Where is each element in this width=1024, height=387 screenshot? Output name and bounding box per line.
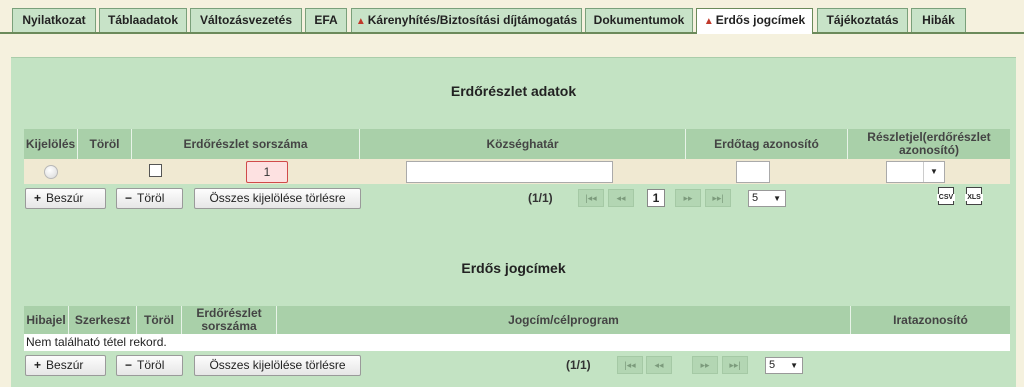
col-header-hibajel: Hibajel (24, 306, 69, 334)
tab-valtozasvezetes[interactable]: Változásvezetés (190, 8, 302, 32)
col-header-iratazonosito: Iratazonosító (851, 306, 1010, 334)
erdoreszlet-sorszam-field[interactable]: 1 (246, 161, 288, 183)
clear-all-selection-button[interactable]: Összes kijelölése törlésre (194, 355, 361, 376)
xls-label: XLS (965, 194, 983, 201)
tab-tajekoztatas[interactable]: Tájékoztatás (817, 8, 908, 32)
button-label: Beszúr (46, 358, 84, 372)
warning-icon: ▲ (703, 16, 714, 27)
delete-button[interactable]: − Töröl (116, 355, 183, 376)
first-page-icon[interactable]: |◂◂ (617, 356, 643, 374)
col-header-torol: Töröl (137, 306, 182, 334)
last-page-icon[interactable]: ▸▸| (705, 189, 731, 207)
tab-tablaadatok[interactable]: Táblaadatok (99, 8, 187, 32)
clear-all-selection-button[interactable]: Összes kijelölése törlésre (194, 188, 361, 209)
last-page-icon[interactable]: ▸▸| (722, 356, 748, 374)
current-page[interactable]: 1 (647, 189, 665, 207)
tab-label: Erdős jogcímek (715, 13, 806, 27)
tab-dokumentumok[interactable]: Dokumentumok (585, 8, 693, 32)
pager-info: (1/1) (566, 358, 591, 372)
tab-label: Táblaadatok (107, 13, 179, 27)
plus-icon: + (34, 191, 42, 205)
tab-label: Tájékoztatás (826, 13, 899, 27)
tab-label: Változásvezetés (199, 13, 293, 27)
col-header-sorszam: Erdőrészlet sorszáma (132, 129, 360, 159)
plus-icon: + (34, 358, 42, 372)
next-page-icon[interactable]: ▸▸ (675, 189, 701, 207)
grid-footer: + Beszúr − Töröl Összes kijelölése törlésr… (24, 352, 1010, 378)
tab-label: Hibák (922, 13, 955, 27)
erdoreszlet-grid: Kijelölés Töröl Erdőrészlet sorszáma Köz… (24, 129, 1010, 213)
button-label: Töröl (137, 191, 165, 205)
csv-label: CSV (937, 194, 955, 201)
tab-erdos-jogcimek[interactable]: ▲ Erdős jogcímek (696, 8, 813, 34)
first-page-icon[interactable]: |◂◂ (578, 189, 604, 207)
col-header-reszletjel: Részletjel(erdőrészlet azonosító) (848, 129, 1010, 159)
prev-page-icon[interactable]: ◂◂ (646, 356, 672, 374)
delete-button[interactable]: − Töröl (116, 188, 183, 209)
prev-page-icon[interactable]: ◂◂ (608, 189, 634, 207)
delete-checkbox[interactable] (149, 164, 162, 177)
kozseghatar-input[interactable] (406, 161, 613, 183)
col-header-jogcim: Jogcím/célprogram (277, 306, 851, 334)
section-title-erdoreszlet: Erdőrészlet adatok (450, 83, 577, 99)
button-label: Töröl (137, 358, 165, 372)
col-header-erdotag: Erdőtag azonosító (686, 129, 848, 159)
warning-icon: ▲ (355, 16, 366, 27)
minus-icon: − (125, 191, 133, 205)
tab-efa[interactable]: EFA (305, 8, 347, 32)
col-header-sorszam: Erdőrészlet sorszáma (182, 306, 277, 334)
tab-hibak[interactable]: Hibák (911, 8, 966, 32)
button-label: Beszúr (46, 191, 84, 205)
tab-label: Nyilatkozat (22, 13, 86, 27)
tab-bar: Nyilatkozat Táblaadatok Változásvezetés … (0, 0, 1024, 34)
select-radio[interactable] (44, 165, 58, 179)
xls-export-icon[interactable]: XLS (964, 187, 984, 209)
reszletjel-select[interactable]: ▼ (886, 161, 945, 183)
page-size-select[interactable]: 5 ▼ (748, 190, 786, 207)
chevron-down-icon: ▼ (790, 361, 798, 370)
empty-message: Nem található tétel rekord. (24, 334, 1010, 351)
tab-nyilatkozat[interactable]: Nyilatkozat (12, 8, 96, 32)
minus-icon: − (125, 358, 133, 372)
tab-label: Kárenyhítés/Biztosítási díjtámogatás (367, 13, 578, 27)
tab-label: Dokumentumok (593, 13, 685, 27)
section-title-erdos-jogcimek: Erdős jogcímek (461, 260, 566, 276)
col-header-szerkeszt: Szerkeszt (69, 306, 137, 334)
col-header-kozseghatar: Községhatár (360, 129, 686, 159)
next-page-icon[interactable]: ▸▸ (692, 356, 718, 374)
page-size-value: 5 (769, 359, 776, 371)
erdos-jogcimek-grid: Hibajel Szerkeszt Töröl Erdőrészlet sors… (24, 306, 1010, 387)
pager-info: (1/1) (528, 191, 553, 205)
tab-karenyhites[interactable]: ▲ Kárenyhítés/Biztosítási díjtámogatás (351, 8, 582, 32)
col-header-torol: Töröl (78, 129, 132, 159)
main-panel: Erdőrészlet adatok Kijelölés Töröl Erdőr… (11, 57, 1016, 387)
chevron-down-icon: ▼ (923, 162, 944, 182)
insert-button[interactable]: + Beszúr (25, 188, 106, 209)
tab-label: EFA (314, 13, 338, 27)
csv-export-icon[interactable]: CSV (936, 187, 956, 209)
page-size-select[interactable]: 5 ▼ (765, 357, 803, 374)
col-header-kijeloles: Kijelölés (24, 129, 78, 159)
page-size-value: 5 (752, 192, 759, 204)
grid-footer: + Beszúr − Töröl Összes kijelölése törlésr… (24, 185, 1010, 211)
chevron-down-icon: ▼ (773, 194, 781, 203)
insert-button[interactable]: + Beszúr (25, 355, 106, 376)
erdotag-input[interactable] (736, 161, 770, 183)
